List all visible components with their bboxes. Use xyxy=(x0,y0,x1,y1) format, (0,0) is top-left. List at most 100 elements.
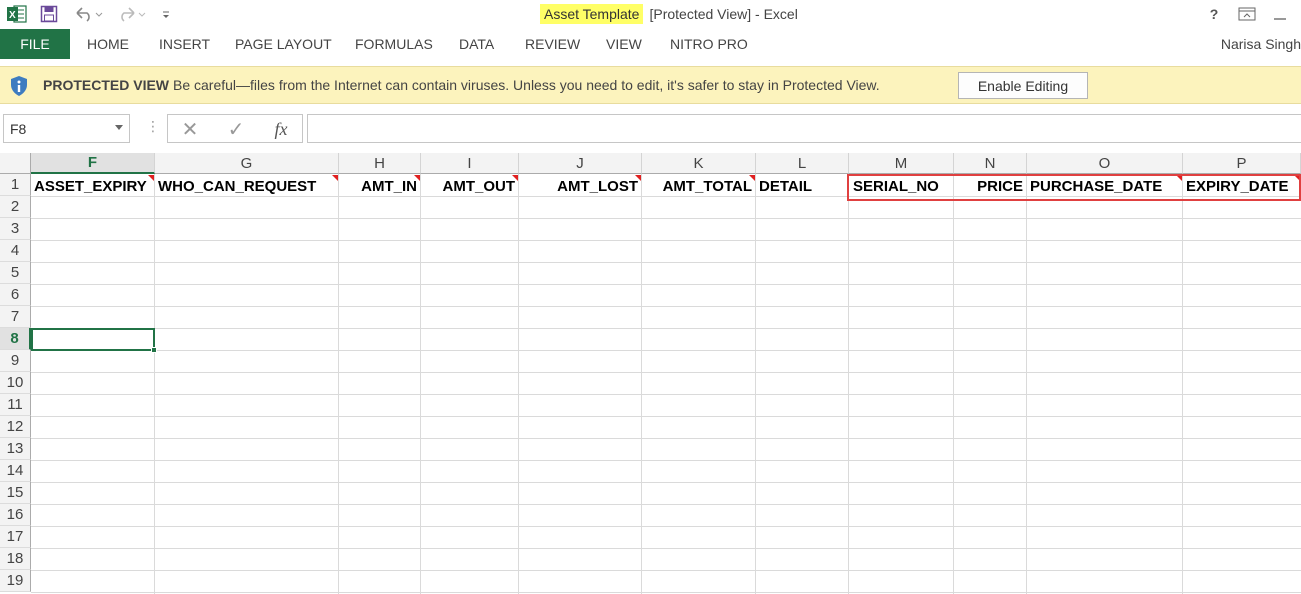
tab-formulas[interactable]: FORMULAS xyxy=(355,29,433,59)
gridline xyxy=(641,174,642,594)
comment-indicator-icon[interactable] xyxy=(414,175,420,181)
column-header-k[interactable]: K xyxy=(642,153,756,174)
gridline xyxy=(31,284,1301,285)
column-header-l[interactable]: L xyxy=(756,153,849,174)
comment-indicator-icon[interactable] xyxy=(148,175,154,181)
cancel-icon[interactable]: ✕ xyxy=(178,117,202,141)
gridline xyxy=(31,460,1301,461)
cell-h1[interactable]: AMT_IN xyxy=(339,175,420,197)
column-header-f[interactable]: F xyxy=(31,153,155,174)
row-header-1[interactable]: 1 xyxy=(0,174,31,196)
row-header-4[interactable]: 4 xyxy=(0,240,31,262)
row-header-5[interactable]: 5 xyxy=(0,262,31,284)
row-header-12[interactable]: 12 xyxy=(0,416,31,438)
cell-g1[interactable]: WHO_CAN_REQUEST xyxy=(155,175,338,197)
cell-j1[interactable]: AMT_LOST xyxy=(519,175,641,197)
ribbon-display-icon[interactable] xyxy=(1236,4,1258,24)
cell-f1[interactable]: ASSET_EXPIRY xyxy=(33,175,154,197)
undo-icon[interactable] xyxy=(73,3,103,25)
row-header-9[interactable]: 9 xyxy=(0,350,31,372)
gridline xyxy=(1026,174,1027,594)
customize-qat-icon[interactable] xyxy=(160,3,172,25)
name-box-value: F8 xyxy=(10,120,27,137)
row-header-3[interactable]: 3 xyxy=(0,218,31,240)
row-header-19[interactable]: 19 xyxy=(0,570,31,592)
gridline xyxy=(518,174,519,594)
tab-view[interactable]: VIEW xyxy=(606,29,642,59)
row-header-15[interactable]: 15 xyxy=(0,482,31,504)
select-all-corner[interactable] xyxy=(0,153,31,174)
protected-view-bar: PROTECTED VIEW Be careful—files from the… xyxy=(0,66,1301,104)
row-header-7[interactable]: 7 xyxy=(0,306,31,328)
row-header-17[interactable]: 17 xyxy=(0,526,31,548)
save-icon[interactable] xyxy=(40,3,58,25)
row-header-16[interactable]: 16 xyxy=(0,504,31,526)
column-header-n[interactable]: N xyxy=(954,153,1027,174)
gridline xyxy=(31,350,1301,351)
row-header-14[interactable]: 14 xyxy=(0,460,31,482)
cell-k1[interactable]: AMT_TOTAL xyxy=(642,175,755,197)
gridline xyxy=(31,482,1301,483)
redo-icon[interactable] xyxy=(116,3,146,25)
column-header-g[interactable]: G xyxy=(155,153,339,174)
row-header-6[interactable]: 6 xyxy=(0,284,31,306)
protected-view-message: Be careful—files from the Internet can c… xyxy=(173,77,880,93)
comment-indicator-icon[interactable] xyxy=(749,175,755,181)
column-header-j[interactable]: J xyxy=(519,153,642,174)
row-header-18[interactable]: 18 xyxy=(0,548,31,570)
insert-function-icon[interactable]: fx xyxy=(268,117,294,141)
column-header-m[interactable]: M xyxy=(849,153,954,174)
comment-indicator-icon[interactable] xyxy=(332,175,338,181)
formula-bar-buttons: ✕ ✓ fx xyxy=(167,114,303,143)
gridline xyxy=(31,372,1301,373)
tab-file[interactable]: FILE xyxy=(0,29,70,59)
column-header-o[interactable]: O xyxy=(1027,153,1183,174)
spreadsheet-grid[interactable]: F G H I J K L M N O P 1 2 3 4 5 6 7 8 9 … xyxy=(0,153,1301,594)
tab-review[interactable]: REVIEW xyxy=(525,29,580,59)
comment-indicator-icon[interactable] xyxy=(635,175,641,181)
tab-page-layout[interactable]: PAGE LAYOUT xyxy=(235,29,332,59)
gridline xyxy=(848,174,849,594)
title-bar: X Asset Template [Protected View] - Exce… xyxy=(0,0,1301,28)
gridline xyxy=(31,526,1301,527)
row-header-8[interactable]: 8 xyxy=(0,328,31,350)
window-title-suffix: [Protected View] - Excel xyxy=(649,6,798,22)
tab-data[interactable]: DATA xyxy=(459,29,494,59)
user-account-name[interactable]: Narisa Singh xyxy=(1221,29,1301,59)
formula-input[interactable] xyxy=(307,114,1301,143)
protected-view-title: PROTECTED VIEW xyxy=(43,77,170,93)
formula-bar: F8 ⋮ ✕ ✓ fx xyxy=(0,104,1301,150)
tab-home[interactable]: HOME xyxy=(87,29,129,59)
gridline xyxy=(31,218,1301,219)
help-button[interactable]: ? xyxy=(1206,4,1222,24)
minimize-icon[interactable] xyxy=(1268,4,1292,24)
comment-indicator-icon[interactable] xyxy=(512,175,518,181)
row-header-13[interactable]: 13 xyxy=(0,438,31,460)
formula-bar-resize-handle[interactable]: ⋮ xyxy=(146,118,160,135)
row-header-10[interactable]: 10 xyxy=(0,372,31,394)
column-header-i[interactable]: I xyxy=(421,153,519,174)
tab-nitro-pro[interactable]: NITRO PRO xyxy=(670,29,748,59)
gridline xyxy=(953,174,954,594)
gridline xyxy=(31,416,1301,417)
window-title: Asset Template [Protected View] - Excel xyxy=(540,2,798,26)
active-cell[interactable] xyxy=(31,328,155,351)
shield-info-icon xyxy=(9,75,29,97)
name-box[interactable]: F8 xyxy=(3,114,130,143)
row-header-2[interactable]: 2 xyxy=(0,196,31,218)
column-header-p[interactable]: P xyxy=(1183,153,1301,174)
cell-l1[interactable]: DETAIL xyxy=(756,175,848,197)
excel-logo-icon[interactable]: X xyxy=(6,3,28,25)
gridline xyxy=(31,328,1301,329)
svg-text:X: X xyxy=(9,10,16,21)
enter-icon[interactable]: ✓ xyxy=(224,117,248,141)
column-header-h[interactable]: H xyxy=(339,153,421,174)
enable-editing-button[interactable]: Enable Editing xyxy=(958,72,1088,99)
cell-i1[interactable]: AMT_OUT xyxy=(421,175,518,197)
tab-insert[interactable]: INSERT xyxy=(159,29,210,59)
chevron-down-icon[interactable] xyxy=(115,125,123,130)
gridline xyxy=(31,306,1301,307)
fill-handle[interactable] xyxy=(151,347,157,353)
row-header-11[interactable]: 11 xyxy=(0,394,31,416)
gridline xyxy=(31,548,1301,549)
